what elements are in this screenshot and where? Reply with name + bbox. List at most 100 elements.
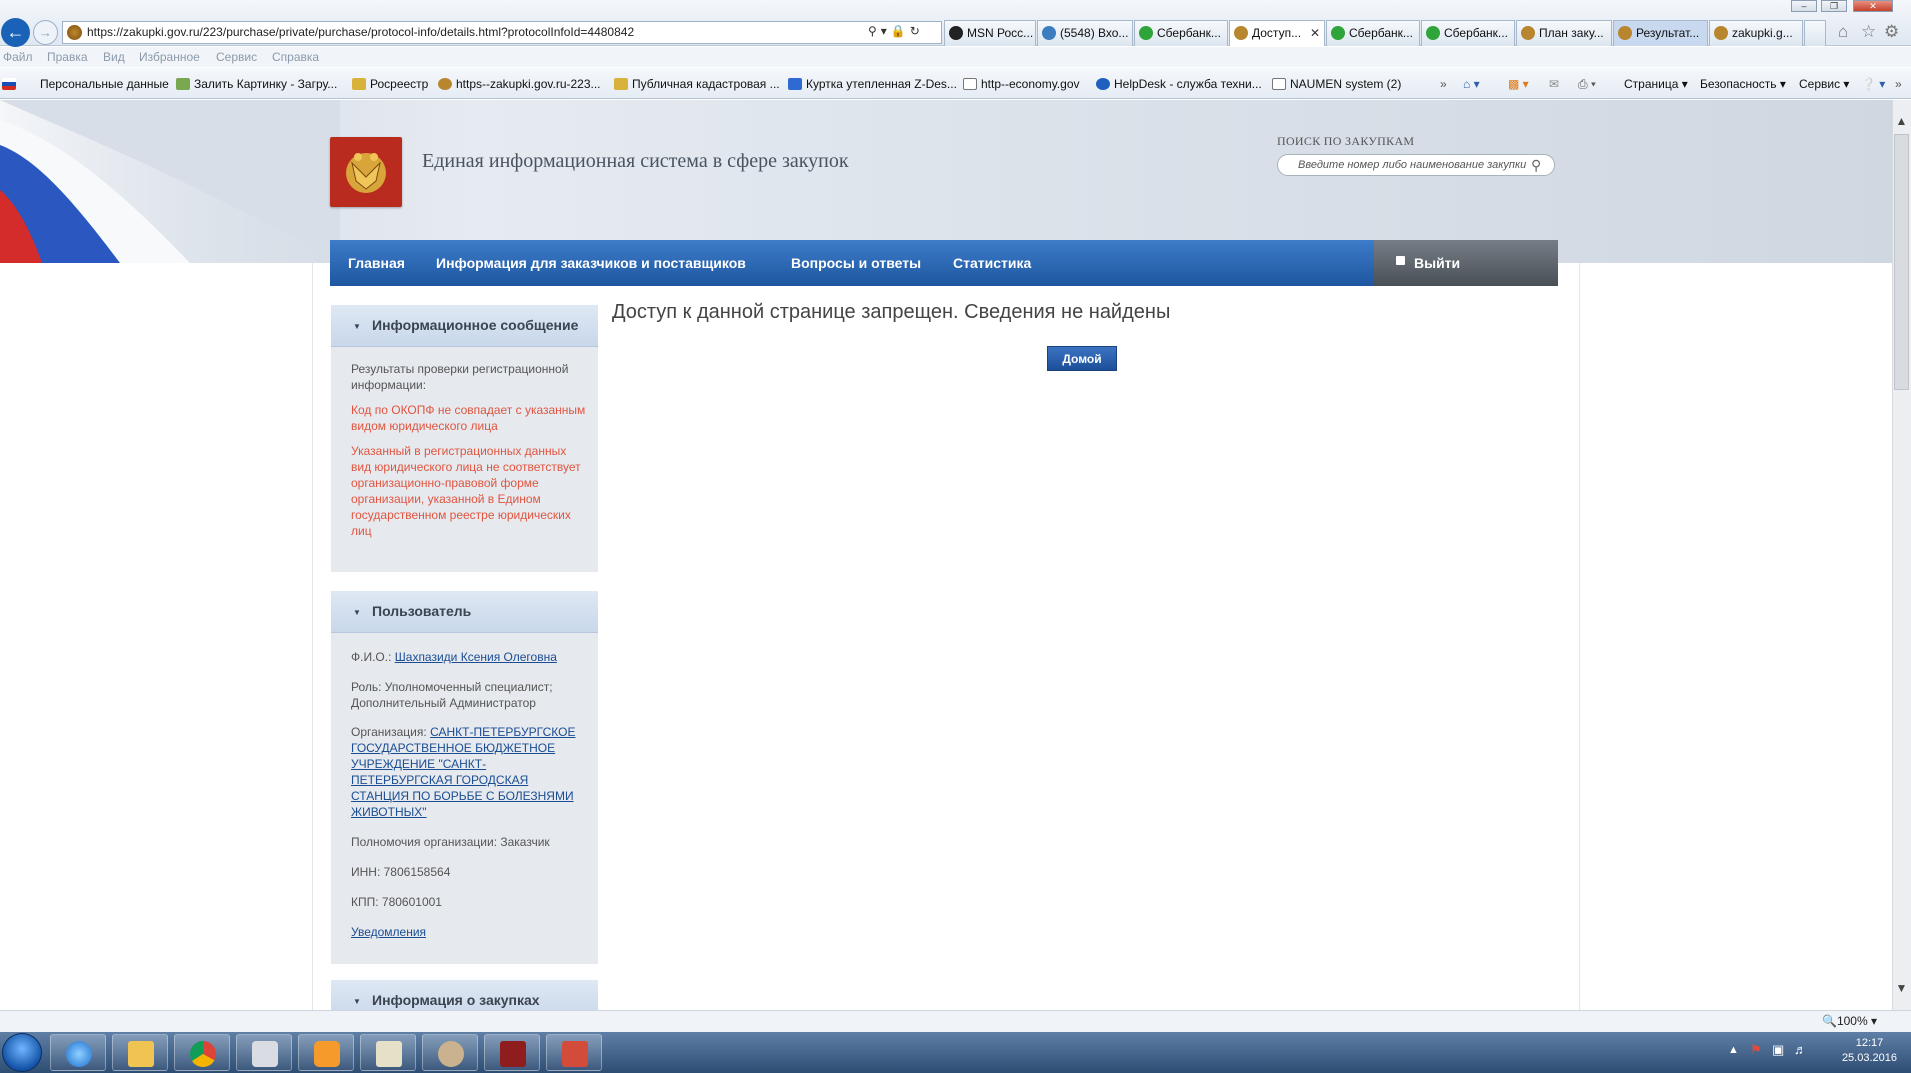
browser-tab-active[interactable]: Доступ... ✕	[1229, 20, 1325, 46]
sberbank-icon	[1139, 26, 1153, 40]
browser-tab[interactable]: Сбербанк...	[1134, 20, 1228, 46]
taskbar-app[interactable]	[360, 1034, 416, 1071]
taskbar-acrobat[interactable]	[484, 1034, 540, 1071]
security-menu[interactable]: Безопасность ▾	[1700, 77, 1786, 91]
favorite-link[interactable]: https--zakupki.gov.ru-223...	[438, 77, 601, 91]
browser-tab[interactable]: План заку...	[1516, 20, 1612, 46]
taskbar-snipping[interactable]	[236, 1034, 292, 1071]
tab-label: MSN Росс...	[967, 26, 1034, 40]
favorites-star-icon[interactable]: ☆	[1861, 22, 1876, 42]
search-icon[interactable]: ⚲	[1531, 157, 1541, 174]
zoom-control[interactable]: 🔍100% ▾	[1822, 1014, 1877, 1028]
clock-time: 12:17	[1855, 1037, 1884, 1049]
browser-tab[interactable]: Результат...	[1613, 20, 1708, 46]
coat-of-arms-icon[interactable]	[330, 137, 402, 207]
print-icon[interactable]: ⎙ ▾	[1578, 77, 1596, 92]
purchases-panel-header[interactable]: ▼ Информация о закупках	[331, 980, 598, 1010]
tray-flag-icon[interactable]: ⚑	[1750, 1042, 1762, 1058]
browser-tab[interactable]: MSN Росс...	[944, 20, 1036, 46]
favorite-link[interactable]: Куртка утепленная Z-Des...	[788, 77, 957, 91]
favorite-link[interactable]: Публичная кадастровая ...	[614, 77, 780, 91]
system-clock[interactable]: 12:17 25.03.2016	[1842, 1036, 1897, 1066]
browser-tab[interactable]: Сбербанк...	[1421, 20, 1515, 46]
favorite-label: Куртка утепленная Z-Des...	[806, 77, 957, 91]
nav-faq[interactable]: Вопросы и ответы	[791, 240, 921, 286]
favorite-link[interactable]: Персональные данные	[2, 77, 169, 91]
exit-label: Выйти	[1414, 255, 1461, 271]
panel-title: Информация о закупках	[372, 992, 540, 1008]
search-icon[interactable]: ⚲	[868, 24, 881, 38]
browser-tab[interactable]: Сбербанк...	[1326, 20, 1420, 46]
exit-button[interactable]: Выйти	[1374, 240, 1558, 286]
favorite-link[interactable]: Залить Картинку - Загру...	[176, 77, 337, 91]
user-fio: Ф.И.О.: Шахпазиди Ксения Олеговна	[351, 649, 586, 665]
mail-toolbar-icon[interactable]: ✉	[1549, 77, 1559, 91]
user-panel-header[interactable]: ▼ Пользователь	[331, 591, 598, 633]
settings-gear-icon[interactable]: ⚙	[1884, 22, 1899, 42]
menu-view[interactable]: Вид	[103, 50, 125, 64]
menu-file[interactable]: Файл	[3, 50, 33, 64]
nav-statistics[interactable]: Статистика	[953, 240, 1031, 286]
home-button[interactable]: Домой	[1047, 346, 1117, 371]
sberbank-icon	[1426, 26, 1440, 40]
error-message: Код по ОКОПФ не совпадает с указанным ви…	[351, 403, 586, 433]
forward-button[interactable]: →	[33, 20, 58, 45]
back-button[interactable]: ←	[1, 18, 30, 47]
collapse-icon: ▼	[353, 997, 361, 1006]
helpdesk-icon	[1096, 78, 1110, 90]
more-commands-icon[interactable]: »	[1895, 77, 1902, 91]
browser-tab[interactable]: zakupki.g...	[1709, 20, 1803, 46]
start-button-icon[interactable]	[2, 1033, 42, 1072]
minimize-button[interactable]: –	[1791, 0, 1817, 12]
menu-edit[interactable]: Правка	[47, 50, 88, 64]
menu-help[interactable]: Справка	[272, 50, 319, 64]
tab-label: Доступ...	[1252, 26, 1302, 40]
more-favorites-icon[interactable]: »	[1440, 77, 1447, 91]
help-icon[interactable]: ❔ ▾	[1861, 77, 1885, 91]
address-tools[interactable]: ⚲▾🔒↻	[868, 21, 940, 44]
nav-info-customers-suppliers[interactable]: Информация для заказчиков и поставщиков	[436, 240, 746, 286]
maximize-button[interactable]: ❐	[1821, 0, 1847, 12]
page-menu[interactable]: Страница ▾	[1624, 77, 1688, 91]
rss-icon[interactable]: ▩ ▾	[1508, 77, 1529, 91]
home-icon[interactable]: ⌂	[1838, 22, 1848, 42]
new-tab-button[interactable]	[1804, 20, 1826, 46]
taskbar-chrome[interactable]	[174, 1034, 230, 1071]
taskbar-powerpoint[interactable]	[546, 1034, 602, 1071]
menu-favorites[interactable]: Избранное	[139, 50, 200, 64]
tools-menu[interactable]: Сервис ▾	[1799, 77, 1849, 91]
user-name-link[interactable]: Шахпазиди Ксения Олеговна	[395, 650, 557, 664]
tray-volume-icon[interactable]: ♬	[1794, 1042, 1807, 1057]
home-toolbar-icon[interactable]: ⌂ ▾	[1463, 77, 1480, 91]
dropdown-icon[interactable]: ▾	[881, 24, 891, 38]
close-window-button[interactable]: ✕	[1853, 0, 1893, 12]
tray-expand-icon[interactable]: ▲	[1728, 1044, 1739, 1056]
search-input[interactable]: Введите номер либо наименование закупки	[1277, 154, 1555, 176]
tab-label: План заку...	[1539, 26, 1604, 40]
scroll-up-icon[interactable]: ▲	[1892, 111, 1911, 131]
taskbar-explorer[interactable]	[112, 1034, 168, 1071]
taskbar-media[interactable]	[298, 1034, 354, 1071]
taskbar-ie[interactable]	[50, 1034, 106, 1071]
user-role: Роль: Уполномоченный специалист; Дополни…	[351, 680, 553, 710]
favorite-label: https--zakupki.gov.ru-223...	[456, 77, 601, 91]
favorite-link[interactable]: Росреестр	[352, 77, 428, 91]
favorite-link[interactable]: HelpDesk - служба техни...	[1096, 77, 1262, 91]
scroll-down-icon[interactable]: ▼	[1892, 978, 1911, 998]
address-bar[interactable]: https://zakupki.gov.ru/223/purchase/priv…	[62, 21, 942, 44]
organization-link[interactable]: САНКТ-ПЕТЕРБУРГСКОЕ ГОСУДАРСТВЕННОЕ БЮДЖ…	[351, 725, 575, 819]
refresh-icon[interactable]: ↻	[910, 24, 924, 38]
favorite-link[interactable]: NAUMEN system (2)	[1272, 77, 1401, 91]
tray-network-icon[interactable]: ▣	[1772, 1042, 1784, 1058]
browser-tab[interactable]: (5548) Вхо...	[1037, 20, 1133, 46]
nav-home[interactable]: Главная	[348, 240, 405, 286]
info-message-header[interactable]: ▼ Информационное сообщение	[331, 305, 598, 347]
menu-tools[interactable]: Сервис	[216, 50, 257, 64]
notifications-link[interactable]: Уведомления	[351, 924, 586, 940]
tab-label: (5548) Вхо...	[1060, 26, 1129, 40]
info-intro: Результаты проверки регистрационной инфо…	[351, 362, 569, 392]
close-tab-icon[interactable]: ✕	[1310, 21, 1320, 45]
scrollbar-thumb[interactable]	[1894, 134, 1909, 390]
taskbar-app[interactable]	[422, 1034, 478, 1071]
favorite-link[interactable]: http--economy.gov	[963, 77, 1080, 91]
